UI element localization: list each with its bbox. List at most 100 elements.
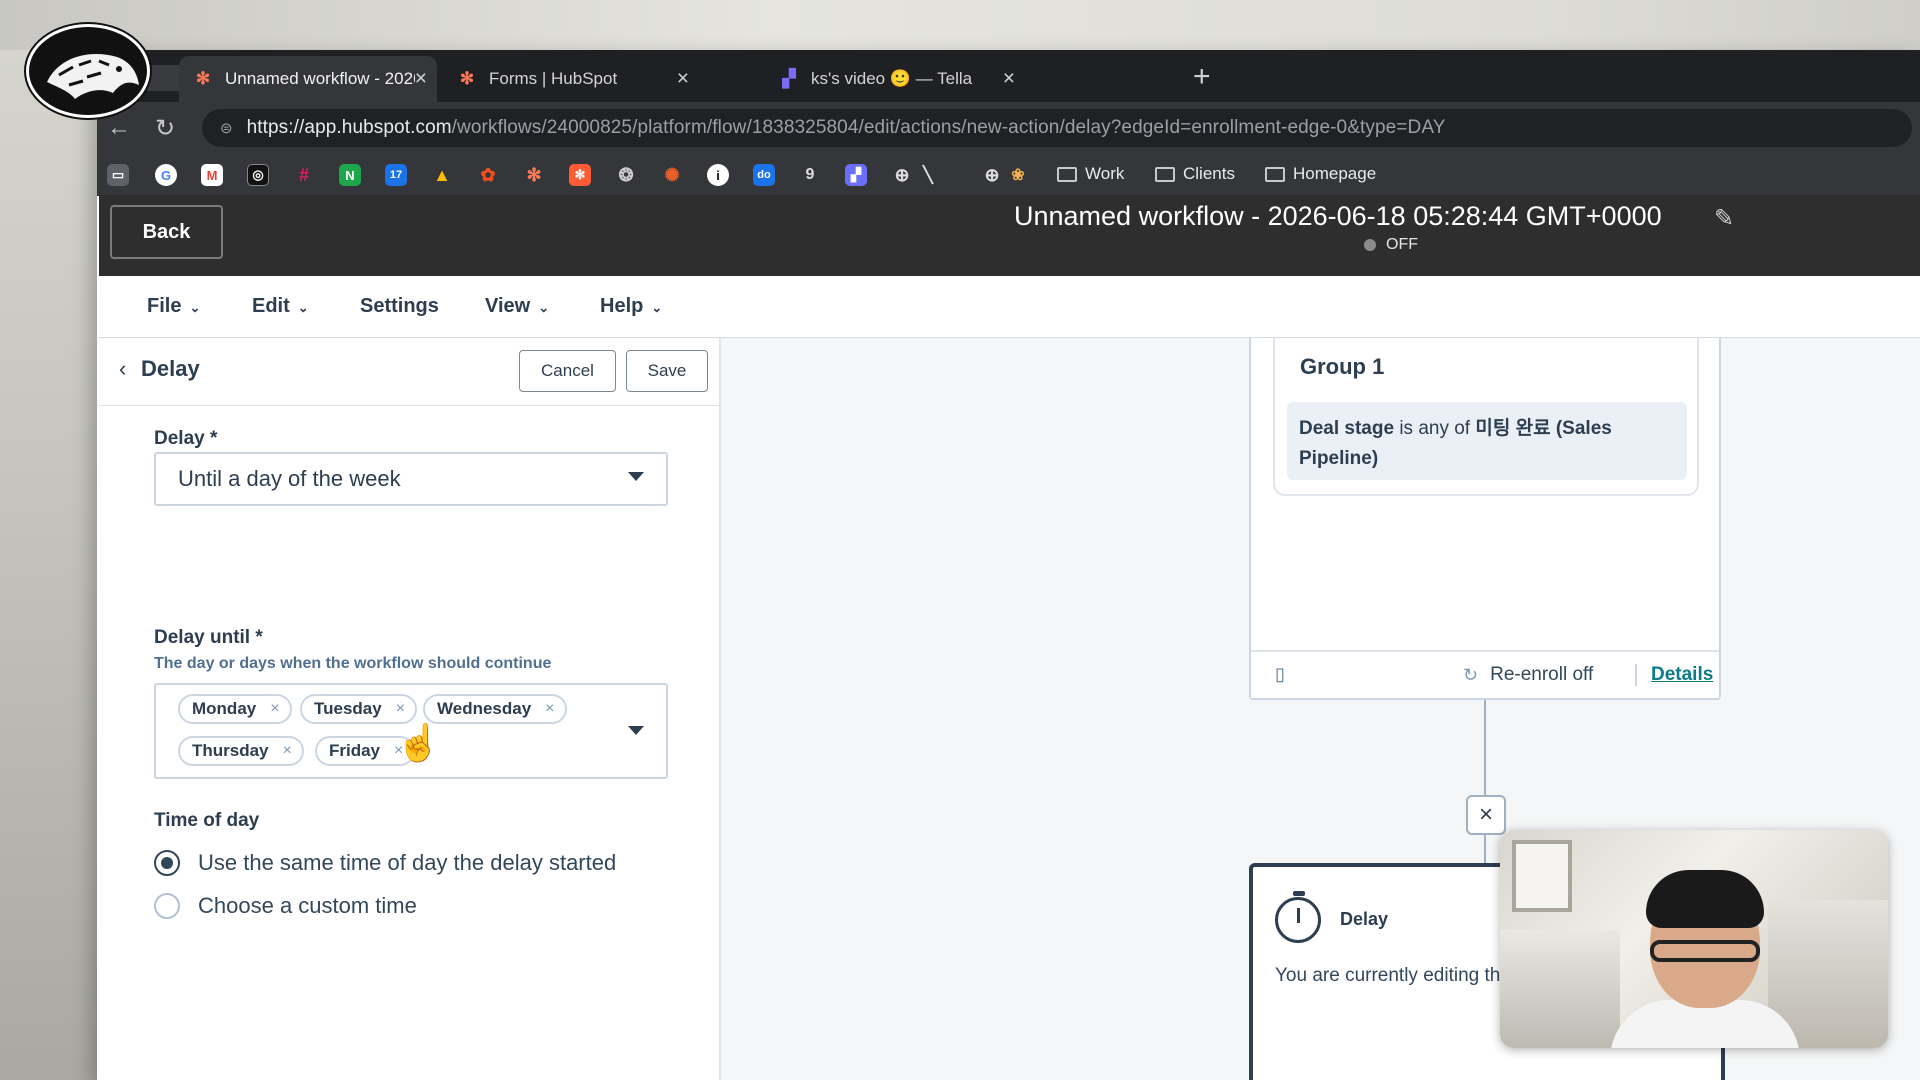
bookmark-icon[interactable]: N [339, 164, 361, 186]
hand-cursor-icon: ☝ [396, 722, 441, 763]
desktop-background-top [0, 0, 1920, 50]
folder-icon [1155, 166, 1175, 182]
slack-icon[interactable]: # [293, 164, 315, 186]
menu-settings[interactable]: Settings [360, 295, 439, 318]
globe-icon[interactable]: ⊕ [891, 164, 913, 186]
radio-custom-time[interactable]: Choose a custom time [154, 893, 417, 919]
globe-icon[interactable]: ⊕ [981, 164, 1003, 186]
remove-action-x-icon[interactable]: × [1466, 795, 1506, 835]
url-text: https://app.hubspot.com/workflows/240008… [246, 117, 1446, 138]
bookmark-icon[interactable]: ◎ [247, 164, 269, 186]
bookmark-folder-homepage[interactable]: Homepage [1265, 164, 1376, 184]
delay-type-select[interactable]: Until a day of the week [154, 452, 668, 506]
bookmark-icon[interactable]: ❀ [1007, 164, 1029, 186]
new-tab-plus-icon[interactable]: + [1193, 60, 1211, 94]
bookmark-folder-work[interactable]: Work [1057, 164, 1124, 184]
close-tab-icon[interactable]: × [415, 67, 427, 91]
chevron-left-icon[interactable]: ‹ [119, 356, 126, 382]
group-title: Group 1 [1300, 354, 1385, 379]
back-button[interactable]: Back [110, 205, 223, 259]
remove-chip-icon[interactable]: × [283, 742, 292, 760]
enrollment-trigger-card[interactable]: Group 1 Deal stage is any of 미팅 완료 (Sale… [1249, 338, 1721, 700]
reenroll-status: ↻ Re-enroll off [1463, 664, 1594, 685]
workflow-title: Unnamed workflow - 2026-06-18 05:28:44 G… [1014, 201, 1662, 231]
chip-thursday: Thursday × [178, 736, 304, 766]
google-icon[interactable]: G [155, 164, 177, 186]
tab-title: ks's video 🙂 — Tella [811, 69, 973, 88]
status-dot-icon [1364, 239, 1376, 251]
chip-wednesday: Wednesday × [423, 694, 567, 724]
radio-button[interactable] [154, 850, 180, 876]
browser-toolbar: ← ↻ ⊜ https://app.hubspot.com/workflows/… [97, 102, 1920, 154]
drive-icon[interactable]: ▲ [431, 164, 453, 186]
delay-until-help: The day or days when the workflow should… [154, 655, 552, 672]
chevron-down-icon: ⌄ [651, 299, 663, 315]
chip-tuesday: Tuesday × [300, 694, 418, 724]
radio-label: Choose a custom time [198, 893, 417, 918]
status-label: OFF [1386, 236, 1418, 253]
back-arrow-icon[interactable]: ← [107, 114, 131, 142]
claude-icon[interactable]: ✺ [661, 164, 683, 186]
tab-title: Forms | HubSpot [489, 69, 618, 88]
tella-icon: ▞ [782, 69, 796, 88]
connector-line [1484, 700, 1486, 795]
pen-icon[interactable]: ╲ [917, 164, 939, 186]
close-tab-icon[interactable]: × [677, 67, 689, 91]
tab-forms-hubspot[interactable]: ✻ Forms | HubSpot × [443, 56, 699, 102]
gmail-icon[interactable]: M [201, 164, 223, 186]
tiger-logo-icon [26, 24, 150, 118]
trigger-card-footer: ▯ ↻ Re-enroll off Details [1251, 650, 1719, 698]
tella-icon[interactable]: ▞ [845, 164, 867, 186]
bookmark-icon[interactable]: ▭ [107, 164, 129, 186]
chevron-down-icon: ⌄ [538, 299, 550, 315]
bookmark-icon[interactable]: 9 [799, 164, 821, 186]
menu-file[interactable]: File ⌄ [147, 295, 200, 318]
folder-icon [1057, 166, 1077, 182]
chevron-down-icon: ⌄ [297, 299, 309, 315]
bookmark-folder-clients[interactable]: Clients [1155, 164, 1235, 184]
delay-type-value: Until a day of the week [178, 466, 401, 491]
remove-chip-icon[interactable]: × [270, 700, 279, 718]
hubspot-icon: ✻ [195, 69, 211, 88]
background-printer [1500, 930, 1620, 1048]
info-icon[interactable]: i [707, 164, 729, 186]
cancel-button[interactable]: Cancel [519, 350, 616, 392]
openai-icon[interactable]: ❂ [615, 164, 637, 186]
reload-icon[interactable]: ↻ [155, 114, 175, 143]
delay-label: Delay * [154, 428, 218, 449]
close-tab-icon[interactable]: × [1003, 67, 1015, 91]
tab-unnamed-workflow[interactable]: ✻ Unnamed workflow - 2026-06-1 × [179, 56, 437, 102]
panel-title: Delay [141, 356, 200, 381]
hubspot-icon[interactable]: ✻ [523, 164, 545, 186]
connector-line [1484, 835, 1486, 863]
tab-tella-video[interactable]: ▞ ks's video 🙂 — Tella × [765, 56, 1025, 102]
workflow-menu-bar: File ⌄ Edit ⌄ Settings View ⌄ Help ⌄ [99, 276, 1920, 338]
tab-title: Unnamed workflow - 2026-06-1 [225, 69, 415, 88]
presenter-glasses [1650, 940, 1760, 962]
desktop-background [0, 0, 100, 1080]
remove-chip-icon[interactable]: × [396, 700, 405, 718]
workflow-header: Back Unnamed workflow - 2026-06-18 05:28… [99, 196, 1920, 276]
webcam-overlay [1500, 830, 1888, 1048]
calendar-icon[interactable]: 17 [385, 164, 407, 186]
details-link[interactable]: Details [1635, 664, 1713, 686]
bookmark-icon[interactable]: do [753, 164, 775, 186]
site-info-icon[interactable]: ⊜ [220, 119, 233, 137]
menu-edit[interactable]: Edit ⌄ [252, 295, 309, 318]
filter-criteria: Deal stage is any of 미팅 완료 (Sales Pipeli… [1287, 402, 1687, 480]
clipboard-icon[interactable]: ▯ [1275, 664, 1285, 685]
folder-icon [1265, 166, 1285, 182]
trigger-group: Group 1 Deal stage is any of 미팅 완료 (Sale… [1273, 338, 1699, 496]
edit-title-pencil-icon[interactable]: ✎ [1714, 204, 1734, 233]
menu-help[interactable]: Help ⌄ [600, 295, 662, 318]
menu-view[interactable]: View ⌄ [485, 295, 549, 318]
radio-same-time[interactable]: Use the same time of day the delay start… [154, 850, 616, 876]
address-bar[interactable]: ⊜ https://app.hubspot.com/workflows/2400… [202, 109, 1912, 147]
remove-chip-icon[interactable]: × [545, 700, 554, 718]
figma-icon[interactable]: ✿ [477, 164, 499, 186]
save-button[interactable]: Save [626, 350, 708, 392]
hubspot-icon[interactable]: ✻ [569, 164, 591, 186]
radio-button[interactable] [154, 893, 180, 919]
picture-frame [1512, 840, 1572, 912]
caret-down-icon[interactable] [628, 726, 644, 735]
